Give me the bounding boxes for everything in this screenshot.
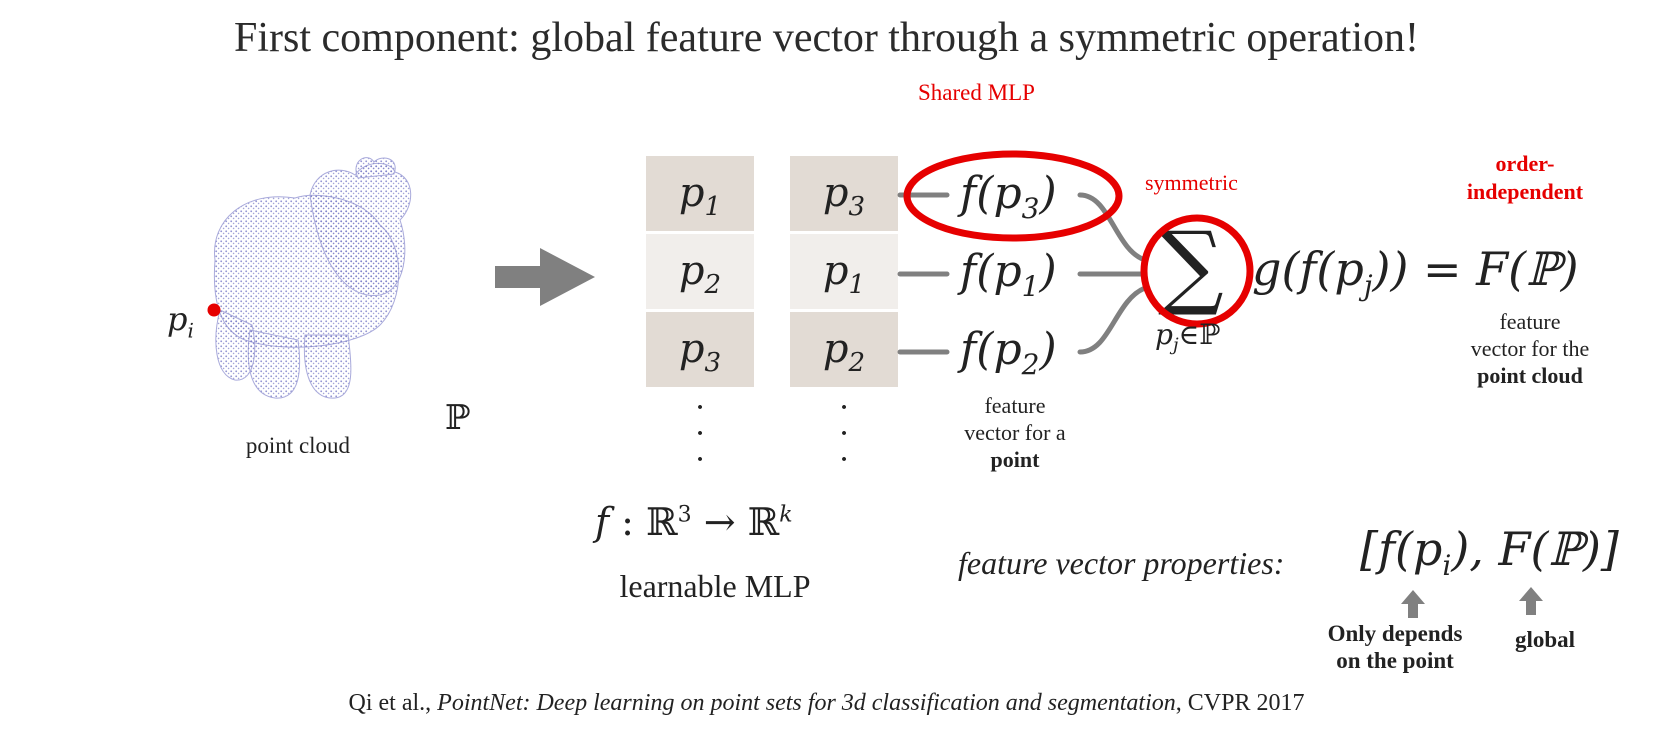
order-independent-line1: order- <box>1495 151 1555 176</box>
aggregation-expression: g(f(pj)) = F(ℙ) <box>1252 242 1579 303</box>
up-arrow-icon <box>1401 590 1425 618</box>
caption-line: Only depends <box>1327 621 1463 646</box>
global-caption: global <box>1514 627 1576 652</box>
feature-f-p2: f(p2) <box>960 324 1057 381</box>
table-cell: p3 <box>646 312 754 387</box>
feature-point-caption: feature vector for a point <box>940 392 1090 473</box>
table-cell: p3 <box>790 156 898 231</box>
cell-label: p2 <box>822 326 866 378</box>
caption-line: feature <box>984 393 1046 418</box>
feature-f-p1: f(p1) <box>960 246 1057 303</box>
up-arrow-icon <box>1519 587 1543 615</box>
shared-mlp-label: Shared MLP <box>918 80 1035 105</box>
vdots-right: · · · <box>838 389 850 478</box>
point-pi-label: pi <box>167 300 194 343</box>
caption-line: vector for a <box>964 420 1066 445</box>
slide-title: First component: global feature vector t… <box>234 15 1419 61</box>
highlighted-point-dot <box>207 303 221 317</box>
cell-label: p1 <box>822 248 866 300</box>
citation-paper: PointNet: Deep learning on point sets fo… <box>437 690 1176 716</box>
feature-cloud-caption: feature vector for the point cloud <box>1455 308 1605 389</box>
point-cloud-figure <box>207 157 412 399</box>
order-independent-line2: independent <box>1466 179 1584 204</box>
caption-line: on the point <box>1336 648 1454 673</box>
properties-vector: [f(pi), F(ℙ)] <box>1360 522 1619 583</box>
vdots-left: · · · <box>694 389 706 478</box>
caption-line: point <box>990 447 1040 472</box>
highlight-circle-sum <box>1140 214 1254 328</box>
order-independent-label: order- independent <box>1440 150 1610 206</box>
table-cell: p1 <box>646 156 754 231</box>
set-symbol-label: ℙ <box>445 398 471 438</box>
caption-line: point cloud <box>1477 363 1583 388</box>
table-cell: p1 <box>790 234 898 309</box>
citation-venue: , CVPR 2017 <box>1175 690 1305 716</box>
learnable-mlp-label: learnable MLP <box>619 568 811 604</box>
cell-label: p3 <box>678 326 722 378</box>
highlight-ellipse-feature <box>903 150 1123 242</box>
table-cell: p2 <box>646 234 754 309</box>
mlp-formula: f : ℝ3 → ℝk <box>595 500 793 544</box>
cell-label: p1 <box>678 170 722 222</box>
properties-label: feature vector properties: <box>958 545 1285 581</box>
only-depends-caption: Only depends on the point <box>1310 620 1480 674</box>
big-arrow-icon <box>495 248 595 306</box>
symmetric-label: symmetric <box>1145 170 1238 195</box>
caption-line: feature <box>1499 309 1561 334</box>
table-cell: p2 <box>790 312 898 387</box>
cow-shape <box>213 157 412 399</box>
sum-subscript: pj∈ℙ <box>1155 318 1221 356</box>
caption-line: vector for the <box>1470 336 1590 361</box>
citation: Qi et al., PointNet: Deep learning on po… <box>0 690 1653 717</box>
point-cloud-caption: point cloud <box>245 433 351 458</box>
citation-authors: Qi et al., <box>348 690 438 716</box>
cell-label: p3 <box>822 170 866 222</box>
cell-label: p2 <box>678 248 722 300</box>
